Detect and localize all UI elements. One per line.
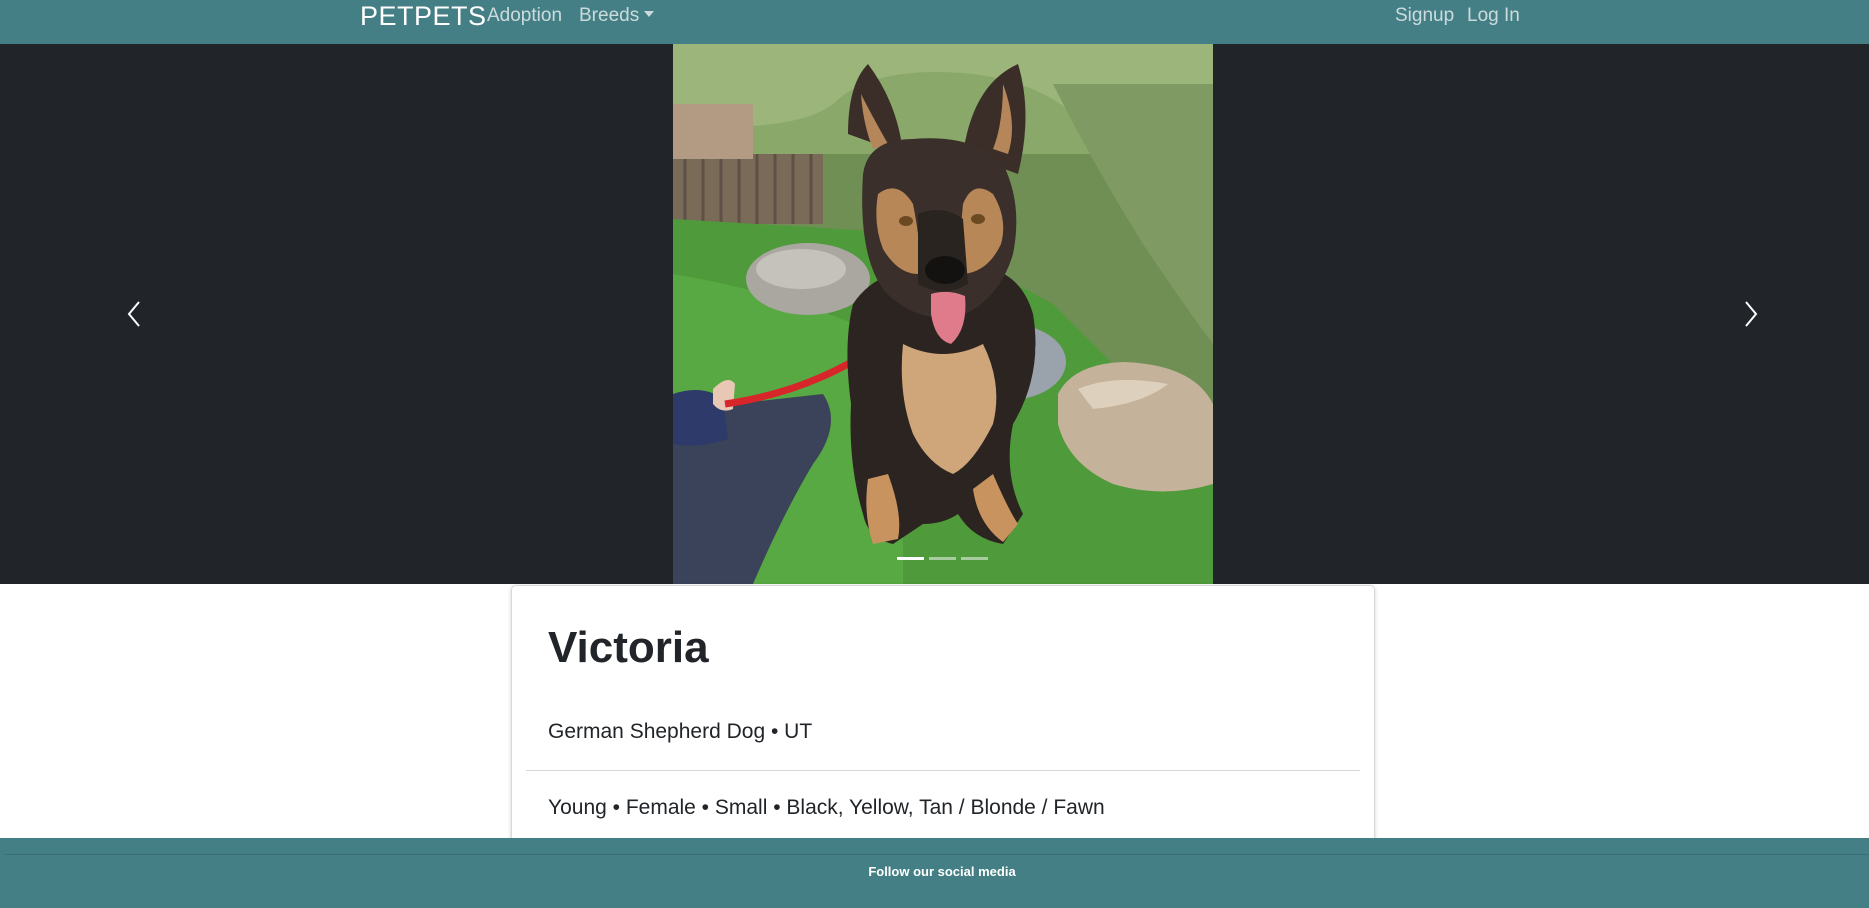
nav-signup-link[interactable]: Signup: [1395, 0, 1454, 32]
carousel-prev-button[interactable]: [104, 274, 164, 354]
brand-logo[interactable]: PETPETS: [360, 0, 487, 32]
pet-name-heading: Victoria: [548, 623, 709, 672]
carousel-indicator-3[interactable]: [961, 557, 988, 560]
chevron-left-icon: [127, 301, 140, 327]
caret-down-icon: [644, 11, 655, 17]
pet-photo: [673, 44, 1213, 584]
nav-adoption-link[interactable]: Adoption: [487, 0, 562, 32]
carousel-indicator-2[interactable]: [929, 557, 956, 560]
pet-photo-carousel: [0, 44, 1869, 584]
carousel-next-button[interactable]: [1721, 274, 1781, 354]
chevron-right-icon: [1745, 301, 1758, 327]
nav-breeds-label: Breeds: [579, 5, 640, 26]
site-footer: Follow our social media: [0, 838, 1869, 908]
card-divider: [526, 770, 1360, 771]
top-navbar: PETPETS Adoption Breeds Signup Log In: [0, 0, 1869, 44]
nav-breeds-dropdown[interactable]: Breeds: [579, 0, 655, 32]
pet-details-card: Victoria German Shepherd Dog • UT Young …: [511, 585, 1375, 845]
nav-login-link[interactable]: Log In: [1467, 0, 1520, 32]
pet-traits: Young • Female • Small • Black, Yellow, …: [548, 796, 1105, 819]
carousel-indicators: [897, 557, 988, 560]
footer-divider: [5, 854, 1869, 855]
footer-social-text: Follow our social media: [868, 864, 1016, 879]
pet-breed-location: German Shepherd Dog • UT: [548, 720, 813, 743]
carousel-indicator-1[interactable]: [897, 557, 924, 560]
